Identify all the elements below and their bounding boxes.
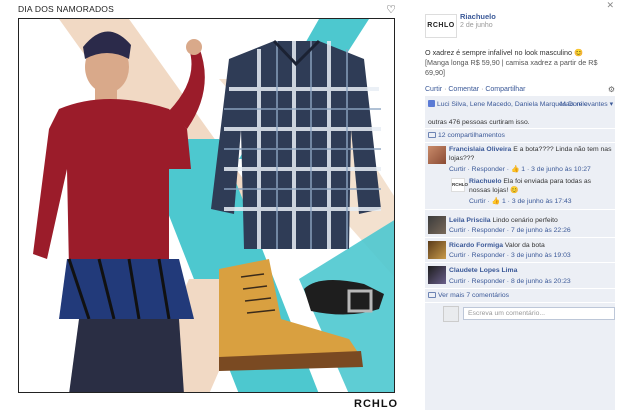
campaign-title: DIA DOS NAMORADOS xyxy=(18,4,114,14)
comment-meta[interactable]: Curtir · Responder · 👍 1 · 3 de junho às… xyxy=(449,165,613,174)
share-icon xyxy=(428,132,436,138)
comment-input[interactable]: Escreva um comentário... xyxy=(463,307,615,320)
most-relevant-dropdown[interactable]: Mais relevantes ▾ xyxy=(560,100,613,109)
avatar[interactable] xyxy=(428,146,446,164)
comment-icon xyxy=(428,292,436,298)
feedback-panel: Luci Silva, Lene Macedo, Daniela Marques… xyxy=(425,96,615,410)
brand-logo: RCHLO xyxy=(354,398,399,410)
page-avatar[interactable]: RCHLO xyxy=(425,14,457,38)
comment-author[interactable]: Claudete Lopes Lima xyxy=(449,267,517,274)
comment: Ricardo Formiga Valor da bota xyxy=(449,241,613,250)
comment-meta[interactable]: Curtir · Responder · 8 de junho às 20:23 xyxy=(449,277,613,286)
shares-label: 12 compartilhamentos xyxy=(438,132,505,139)
comment: Francislaia Oliveira E a bota???? Linda … xyxy=(449,145,613,163)
separator: · xyxy=(444,86,447,93)
post-date[interactable]: 2 de junho xyxy=(460,22,493,29)
comment-meta[interactable]: Curtir · Responder · 3 de junho às 19:03 xyxy=(449,251,613,260)
comment-author[interactable]: Ricardo Formiga xyxy=(449,242,503,249)
post-actions: Curtir · Comentar · Compartilhar ⚙ xyxy=(425,85,615,94)
heart-icon: ♡ xyxy=(386,4,396,16)
divider xyxy=(425,262,615,263)
avatar[interactable] xyxy=(428,266,446,284)
more-comments-label: Ver mais 7 comentários xyxy=(438,292,510,299)
post-text-line1: O xadrez é sempre infalível no look masc… xyxy=(425,48,583,57)
share-link[interactable]: Compartilhar xyxy=(485,86,525,93)
separator: · xyxy=(481,86,484,93)
divider xyxy=(425,288,615,289)
comment-author[interactable]: Francislaia Oliveira xyxy=(449,146,511,153)
comment-meta[interactable]: Curtir · Responder · 7 de junho às 22:26 xyxy=(449,226,613,235)
comment: Claudete Lopes Lima xyxy=(449,266,613,275)
comment: Leila Priscila Lindo cenário perfeito xyxy=(449,216,613,225)
photo-panel[interactable]: DIA DOS NAMORADOS ♡ RCHLO xyxy=(0,0,415,413)
comment-text: Lindo cenário perfeito xyxy=(492,217,558,224)
post-text-line2: [Manga longa R$ 59,90 | camisa xadrez a … xyxy=(425,58,598,77)
shares-count[interactable]: 12 compartilhamentos xyxy=(425,131,615,140)
comment-meta[interactable]: Curtir · 👍 1 · 3 de junho às 17:43 xyxy=(469,197,613,206)
close-icon[interactable]: ✕ xyxy=(606,0,614,11)
divider xyxy=(425,209,615,210)
avatar[interactable] xyxy=(428,216,446,234)
comment-reply: Riachuelo Ela foi enviada para todas as … xyxy=(469,177,613,195)
likes-summary: Luci Silva, Lene Macedo, Daniela Marques… xyxy=(425,100,615,109)
more-comments-link[interactable]: Ver mais 7 comentários xyxy=(425,291,615,300)
comment-link[interactable]: Comentar xyxy=(448,86,479,93)
comment-author[interactable]: Leila Priscila xyxy=(449,217,491,224)
photo-header: DIA DOS NAMORADOS ♡ xyxy=(18,4,396,18)
comment-text: Valor da bota xyxy=(504,242,545,249)
divider xyxy=(425,237,615,238)
likes-others: outras 476 pessoas curtiram isso. xyxy=(428,119,530,126)
post-text: O xadrez é sempre infalível no look masc… xyxy=(425,48,615,78)
avatar[interactable]: RCHLO xyxy=(451,178,468,192)
post-sidebar: ✕ RCHLO Riachuelo 2 de junho O xadrez é … xyxy=(415,0,620,413)
divider xyxy=(425,302,615,303)
like-link[interactable]: Curtir xyxy=(425,86,442,93)
settings-icon[interactable]: ⚙ xyxy=(608,85,615,94)
product-illustration xyxy=(19,19,394,392)
like-icon xyxy=(428,100,435,107)
photo-viewer: DIA DOS NAMORADOS ♡ RCHLO ✕ RCHLO Riachu… xyxy=(0,0,620,413)
comment-author[interactable]: Riachuelo xyxy=(469,178,501,185)
user-avatar xyxy=(443,306,459,322)
avatar[interactable] xyxy=(428,241,446,259)
product-photo[interactable] xyxy=(18,18,395,393)
divider xyxy=(425,142,615,143)
page-name[interactable]: Riachuelo xyxy=(460,12,496,21)
divider xyxy=(425,128,615,129)
